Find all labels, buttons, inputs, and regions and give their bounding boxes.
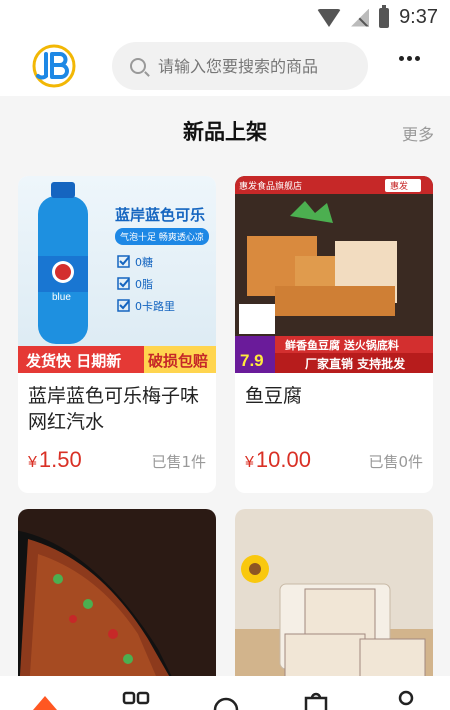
price-value: 10.00	[255, 447, 311, 472]
product-image[interactable]: 惠发食品旗舰店 惠发 鲜香鱼豆腐 送火锅底料 7.9 厂家直销 支持批发	[235, 176, 433, 373]
price-value: 1.50	[38, 447, 82, 472]
currency-symbol: ¥	[245, 454, 254, 471]
product-name: 鱼豆腐	[245, 385, 303, 407]
image-banner-bottom: 厂家直销 支持批发	[305, 356, 406, 371]
status-time: 9:37	[399, 6, 438, 28]
search-bar[interactable]	[112, 42, 368, 90]
sold-count: 已售1件	[151, 453, 206, 471]
more-link[interactable]: 更多	[402, 121, 434, 145]
app-logo[interactable]	[30, 42, 78, 90]
product-price: ¥10.00	[245, 447, 311, 473]
feature-fat: 0脂	[135, 277, 153, 291]
discover-icon[interactable]	[212, 692, 240, 710]
image-heading: 蓝岸蓝色可乐	[115, 206, 205, 224]
home-icon[interactable]	[30, 692, 60, 710]
feature-sugar: 0糖	[135, 255, 153, 269]
product-name: 蓝岸蓝色可乐梅子味网红汽水	[28, 385, 200, 433]
section-title: 新品上架	[183, 120, 267, 144]
search-icon	[130, 58, 146, 74]
currency-symbol: ¥	[28, 454, 37, 471]
wifi-icon	[317, 8, 342, 27]
image-banner-top: 鲜香鱼豆腐 送火锅底料	[285, 338, 399, 352]
product-card[interactable]: 惠发食品旗舰店 惠发 鲜香鱼豆腐 送火锅底料 7.9 厂家直销 支持批发 鱼豆腐…	[235, 176, 433, 493]
sold-count: 已售0件	[368, 453, 423, 471]
image-banner-right: 破损包赔	[148, 352, 208, 370]
image-banner-left: 发货快 日期新	[25, 352, 121, 370]
feature-calorie: 0卡路里	[135, 300, 175, 313]
shop-name: 惠发食品旗舰店	[239, 180, 302, 192]
product-image[interactable]: blue 蓝岸蓝色可乐 气泡十足 畅爽透心凉 0糖 0脂 0卡路里 发货快 日期…	[18, 176, 216, 373]
bottom-tab-bar	[0, 676, 450, 710]
product-price: ¥1.50	[28, 447, 82, 473]
no-signal-icon	[351, 8, 370, 27]
status-bar: 9:37	[0, 0, 450, 36]
cart-icon[interactable]	[302, 690, 330, 710]
bottle-label: blue	[52, 292, 71, 303]
user-profile-icon[interactable]	[393, 690, 419, 710]
header	[0, 36, 450, 96]
category-icon[interactable]	[122, 690, 150, 710]
image-tagline: 气泡十足 畅爽透心凉	[120, 231, 204, 243]
image-price-tag: 7.9	[240, 351, 264, 370]
search-input[interactable]	[158, 56, 358, 76]
product-card[interactable]: blue 蓝岸蓝色可乐 气泡十足 畅爽透心凉 0糖 0脂 0卡路里 发货快 日期…	[18, 176, 216, 493]
more-options-icon[interactable]	[399, 56, 420, 61]
brand-logo-text: 惠发	[390, 180, 408, 192]
battery-charging-icon	[379, 4, 390, 28]
